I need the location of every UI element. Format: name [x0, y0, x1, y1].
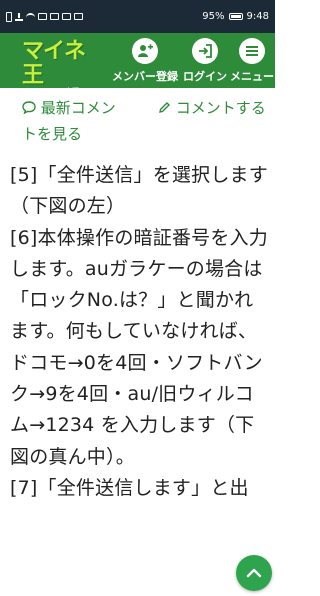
mail-icon [62, 13, 71, 20]
chevron-up-icon [246, 568, 262, 578]
battery-icon [228, 13, 243, 20]
battery-percent: 95% [202, 11, 225, 22]
article-body: [5]「全件送信」を選択します（下図の左） [6]本体操作の暗証番号を入力します… [10, 160, 272, 504]
register-button[interactable]: メンバー登録 [109, 33, 181, 88]
mail-icon [38, 13, 47, 20]
scroll-to-top-button[interactable] [236, 555, 272, 591]
site-logo[interactable]: マイネ王 ベータ版 [22, 40, 94, 96]
paragraph: [5]「全件送信」を選択します（下図の左） [10, 164, 268, 218]
menu-button[interactable]: メニュー [229, 33, 275, 88]
menu-label: メニュー [230, 70, 274, 83]
latest-comments-link[interactable]: 最新コメントを見る [22, 95, 130, 147]
status-bar: 95% 9:48 [0, 0, 275, 33]
write-comment-label: コメントする [175, 99, 266, 117]
latest-comments-label: 最新コメントを見る [22, 99, 116, 143]
sim-icon [6, 11, 12, 22]
menu-icon [239, 38, 265, 64]
write-comment-link[interactable]: コメントする [158, 95, 270, 121]
status-icons [6, 11, 83, 22]
speech-bubble-icon [22, 101, 36, 115]
pencil-icon [159, 102, 170, 113]
paragraph: [7]「全件送信します」と出 [10, 476, 249, 499]
clock: 9:48 [246, 11, 269, 22]
login-button[interactable]: ログイン [181, 33, 229, 88]
register-label: メンバー登録 [112, 70, 178, 83]
comment-links: 最新コメントを見る コメントする [0, 93, 275, 153]
mail-icon [50, 13, 59, 20]
wifi-icon [26, 13, 35, 20]
logo-text: マイネ王 [22, 39, 86, 88]
add-person-icon [132, 38, 158, 64]
header-nav: メンバー登録 ログイン メニュー [109, 33, 275, 88]
paragraph: [6]本体操作の暗証番号を入力します。auガラケーの場合は「ロックNo.は？」と… [10, 226, 268, 468]
status-right: 95% 9:48 [202, 11, 269, 22]
download-icon [15, 12, 23, 21]
mail-icon [74, 13, 83, 20]
login-label: ログイン [183, 70, 227, 83]
login-icon [192, 38, 218, 64]
